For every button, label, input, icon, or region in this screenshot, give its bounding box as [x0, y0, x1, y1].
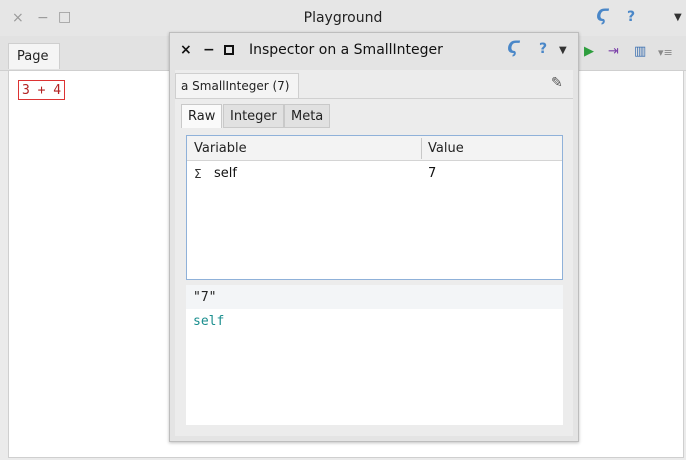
table-row-variable[interactable]: self: [214, 164, 237, 184]
run-icon[interactable]: ▶: [584, 44, 594, 59]
column-header-variable[interactable]: Variable: [194, 136, 247, 161]
code-line-highlight: [186, 285, 563, 309]
chevron-down-icon[interactable]: ▼: [559, 46, 567, 56]
close-icon[interactable]: ×: [180, 43, 192, 57]
chevron-down-icon[interactable]: ▼: [674, 13, 682, 23]
column-divider[interactable]: [421, 138, 422, 159]
pencil-icon[interactable]: ✎: [551, 76, 563, 90]
columns-icon[interactable]: ▥: [634, 44, 646, 59]
minimize-icon[interactable]: −: [37, 11, 49, 25]
code-self-line[interactable]: self: [193, 313, 224, 331]
more-menu-icon[interactable]: ▾≡: [658, 46, 673, 59]
sigma-icon: Σ: [194, 167, 202, 181]
column-header-value[interactable]: Value: [428, 136, 464, 161]
tab-smallinteger[interactable]: a SmallInteger (7): [175, 73, 299, 98]
tab-raw[interactable]: Raw: [181, 104, 223, 128]
inspector-title: Inspector on a SmallInteger: [249, 42, 443, 58]
code-text[interactable]: 3 + 4: [18, 80, 66, 100]
help-icon[interactable]: ?: [627, 10, 635, 24]
minimize-icon[interactable]: −: [203, 43, 215, 57]
tab-divider: [175, 98, 573, 99]
maximize-icon[interactable]: □: [58, 10, 71, 24]
playground-title: Playground: [303, 10, 383, 26]
sync-icon[interactable]: Ϛ: [596, 8, 608, 25]
maximize-icon[interactable]: [224, 45, 234, 55]
tab-page[interactable]: Page: [8, 43, 60, 69]
sync-icon[interactable]: Ϛ: [507, 40, 519, 57]
do-it-and-go-icon[interactable]: ⇥: [608, 44, 619, 59]
help-icon[interactable]: ?: [539, 42, 547, 56]
tab-meta[interactable]: Meta: [284, 104, 331, 128]
close-icon[interactable]: ×: [12, 11, 24, 25]
tab-integer[interactable]: Integer: [223, 104, 284, 128]
code-comment-line[interactable]: "7": [193, 289, 216, 307]
table-row-value[interactable]: 7: [428, 164, 436, 184]
